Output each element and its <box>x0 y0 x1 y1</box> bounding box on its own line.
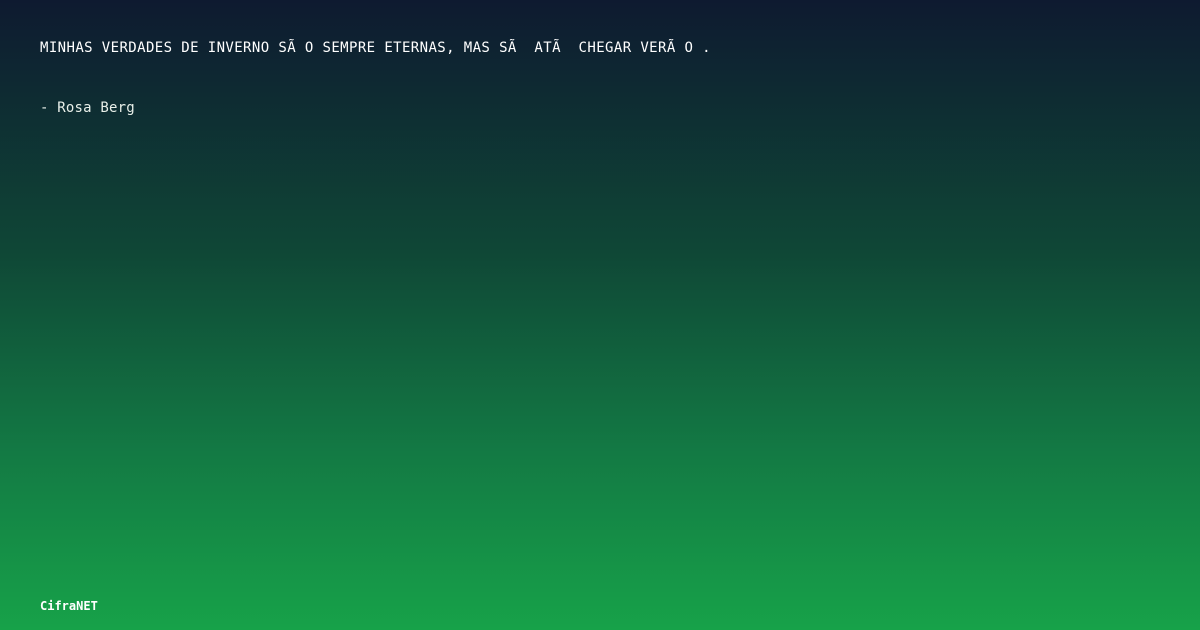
brand-logo-text: CifraNET <box>40 599 98 613</box>
quote-card: MINHAS VERDADES DE INVERNO SÃ O SEMPRE E… <box>0 0 1200 630</box>
quote-text: MINHAS VERDADES DE INVERNO SÃ O SEMPRE E… <box>40 40 711 56</box>
quote-author: - Rosa Berg <box>40 100 135 116</box>
